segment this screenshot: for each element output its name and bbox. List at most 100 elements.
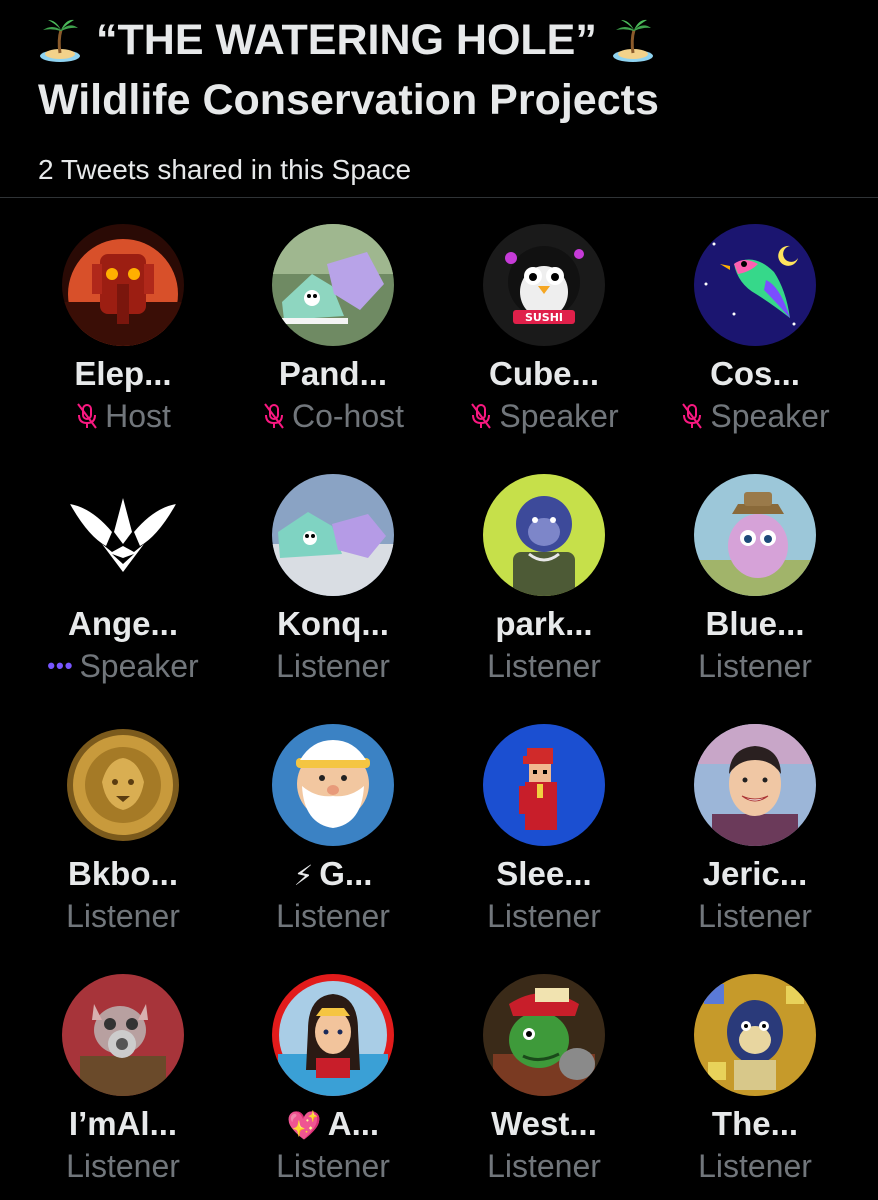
role-label: Listener [698,648,812,684]
muted-mic-icon [264,403,284,429]
avatar-image [272,724,394,846]
participant-card[interactable]: The... Listener [649,948,861,1198]
participant-name: Bkbo... [17,854,229,894]
avatar-image [62,224,184,346]
participant-name: Elep... [17,354,229,394]
participant-card[interactable]: Slee... Listener [438,698,650,948]
participant-card[interactable]: ⚡ G... Listener [227,698,439,948]
participant-name: The... [649,1104,861,1144]
participant-card[interactable]: Cos... Speaker [649,198,861,448]
participant-role: ••• Speaker [17,646,229,686]
avatar-red-robot-elephant[interactable] [62,224,184,346]
participant-name-text: Slee... [496,855,592,892]
avatar-image [694,724,816,846]
avatar-image [694,474,816,596]
participant-card[interactable]: Ange... ••• Speaker [17,448,229,698]
participant-role: Speaker [438,396,650,436]
role-label: Listener [698,898,812,934]
avatar-penguin-sushi[interactable]: SUSHI [483,224,605,346]
role-label: Co-host [291,398,405,434]
avatar-blue-ape[interactable] [483,474,605,596]
role-label: Listener [66,898,180,934]
avatar-fuzzy-creature[interactable] [694,474,816,596]
participant-card[interactable]: 💖 A... Listener [227,948,439,1198]
avatar-neon-bird-night[interactable] [694,224,816,346]
avatar-smiling-man-portrait[interactable] [694,724,816,846]
participant-name: West... [438,1104,650,1144]
participant-role: Listener [649,646,861,686]
avatar-pixel-figure-blue[interactable] [483,724,605,846]
participant-name-text: Elep... [74,355,172,392]
role-label: Listener [487,898,601,934]
avatar-image [483,724,605,846]
desert-island-icon [612,19,653,62]
avatar-image [694,974,816,1096]
avatar-panda-sneakers[interactable] [272,224,394,346]
avatar-image [483,974,605,1096]
avatar-gold-lion-coin[interactable] [62,724,184,846]
participant-name: Jeric... [649,854,861,894]
muted-mic-icon [471,403,492,429]
avatar-bearded-man-headband[interactable] [272,724,394,846]
space-title-text: “THE WATERING HOLE” [96,16,597,64]
participant-name-text: The... [711,1105,799,1142]
participant-name-text: Konq... [277,605,389,642]
participant-name-text: park... [495,605,593,642]
participant-card[interactable]: West... Listener [438,948,650,1198]
participant-role: Co-host [227,396,439,436]
participant-name-text: Cube... [488,355,599,392]
avatar-wonder-woman-cartoon[interactable] [272,974,394,1096]
participant-name: Pand... [227,354,439,394]
avatar-image [483,474,605,596]
svg-text:SUSHI: SUSHI [525,311,563,324]
avatar-image [62,474,184,596]
participant-name-text: G... [319,855,373,892]
participant-card[interactable]: Pand... Co-host [227,198,439,448]
speaking-indicator-icon: ••• [47,653,74,678]
participant-name-text: Jeric... [702,855,808,892]
participant-role: Listener [227,896,439,936]
participant-role: Listener [17,1146,229,1186]
name-emoji-prefix: ⚡ [293,860,314,891]
participant-card[interactable]: Jeric... Listener [649,698,861,948]
avatar-image [272,474,394,596]
muted-mic-icon [682,403,703,429]
role-label: Listener [487,1148,601,1184]
participant-name-text: A... [327,1105,380,1142]
muted-mic-icon [77,403,97,429]
participant-name: 💖 A... [227,1104,439,1146]
participant-name-text: Blue... [705,605,805,642]
avatar-image [272,974,394,1096]
participant-card[interactable]: Bkbo... Listener [17,698,229,948]
role-label: Listener [276,898,390,934]
role-label: Speaker [499,398,619,434]
participant-card[interactable]: I’mAl... Listener [17,948,229,1198]
participant-name-text: I’mAl... [68,1105,178,1142]
participant-card[interactable]: Blue... Listener [649,448,861,698]
role-label: Listener [66,1148,180,1184]
participant-name-text: West... [491,1105,597,1142]
participant-name-text: Bkbo... [67,855,178,892]
avatar-panda-sneakers-sky[interactable] [272,474,394,596]
space-header: “THE WATERING HOLE” Wildlife Conservatio… [0,0,878,198]
participant-name: Konq... [227,604,439,644]
avatar-rat-gas-mask[interactable] [62,974,184,1096]
avatar-golden-ape-pattern[interactable] [694,974,816,1096]
avatar-white-winged-emblem[interactable] [62,474,184,596]
role-label: Listener [276,1148,390,1184]
participant-card[interactable]: Elep... Host [17,198,229,448]
participant-card[interactable]: SUSHI Cube... Speaker [438,198,650,448]
participant-role: Listener [649,896,861,936]
participant-name: Slee... [438,854,650,894]
participant-card[interactable]: Konq... Listener [227,448,439,698]
participant-card[interactable]: park... Listener [438,448,650,698]
role-label: Listener [698,1148,812,1184]
participant-role: Listener [227,1146,439,1186]
participant-name: Ange... [17,604,229,644]
participant-name: Blue... [649,604,861,644]
avatar-green-lizard-cap[interactable] [483,974,605,1096]
role-label: Listener [276,648,390,684]
avatar-image [62,724,184,846]
participant-name: Cos... [649,354,861,394]
shared-tweets-link[interactable]: 2 Tweets shared in this Space [38,152,411,188]
